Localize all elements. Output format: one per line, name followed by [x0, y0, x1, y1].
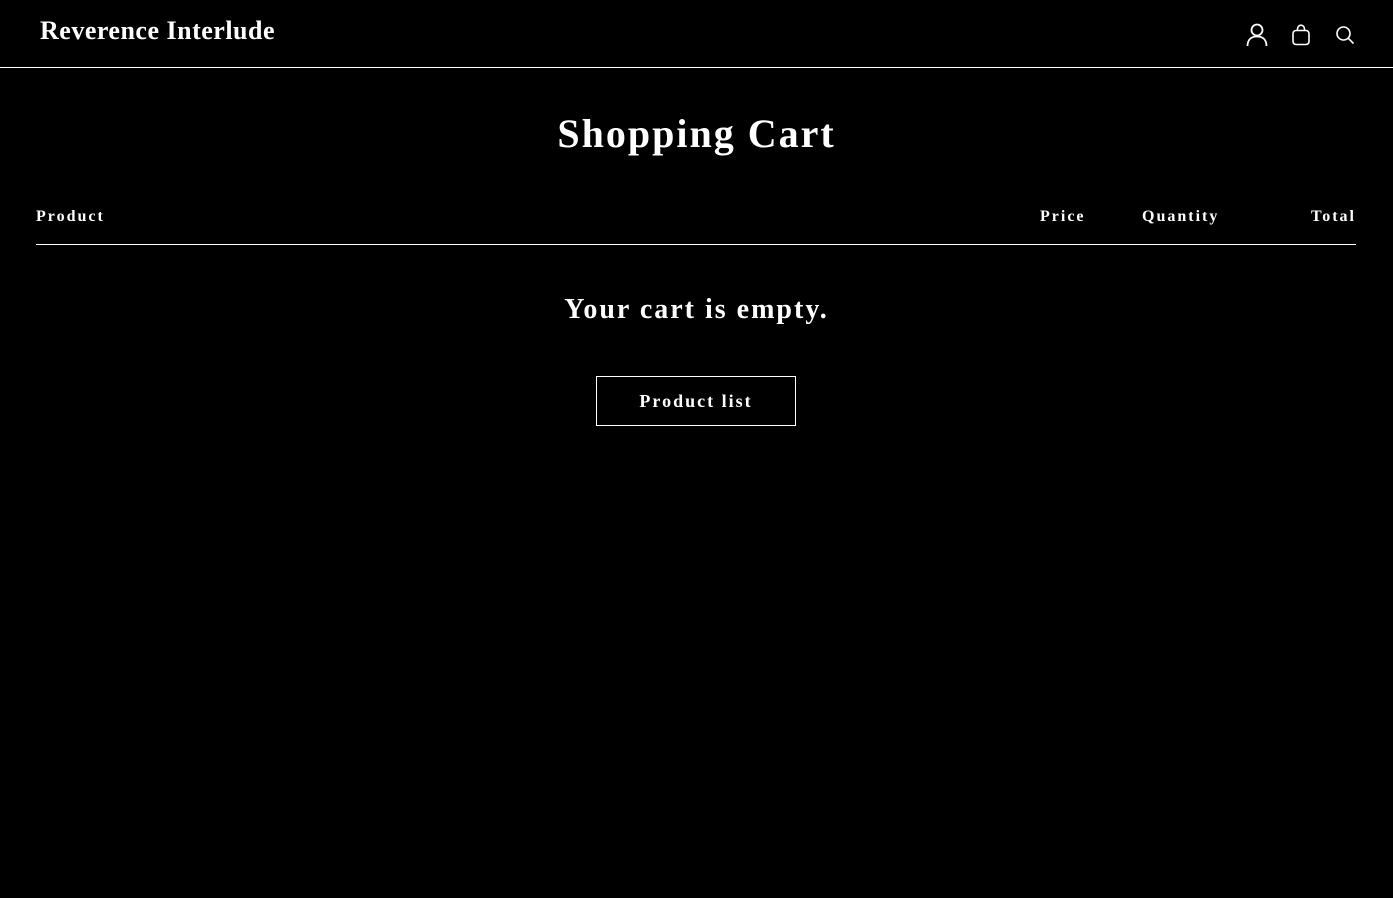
search-icon[interactable] — [1333, 22, 1357, 48]
cart-table-header: Product Price Quantity Total — [36, 207, 1356, 245]
account-icon[interactable] — [1245, 22, 1269, 48]
cart-icon[interactable] — [1289, 22, 1313, 48]
column-header-product: Product — [36, 208, 105, 225]
site-header: Reverence Interlude — [0, 0, 1393, 68]
empty-cart-message: Your cart is empty. — [564, 294, 829, 325]
product-list-button[interactable]: Product list — [596, 376, 796, 426]
column-header-quantity: Quantity — [1142, 208, 1220, 225]
column-header-total: Total — [1311, 208, 1356, 225]
column-header-price: Price — [1040, 208, 1086, 225]
page-title: Shopping Cart — [557, 111, 836, 156]
header-icons — [1245, 22, 1357, 48]
site-logo[interactable]: Reverence Interlude — [40, 16, 275, 46]
